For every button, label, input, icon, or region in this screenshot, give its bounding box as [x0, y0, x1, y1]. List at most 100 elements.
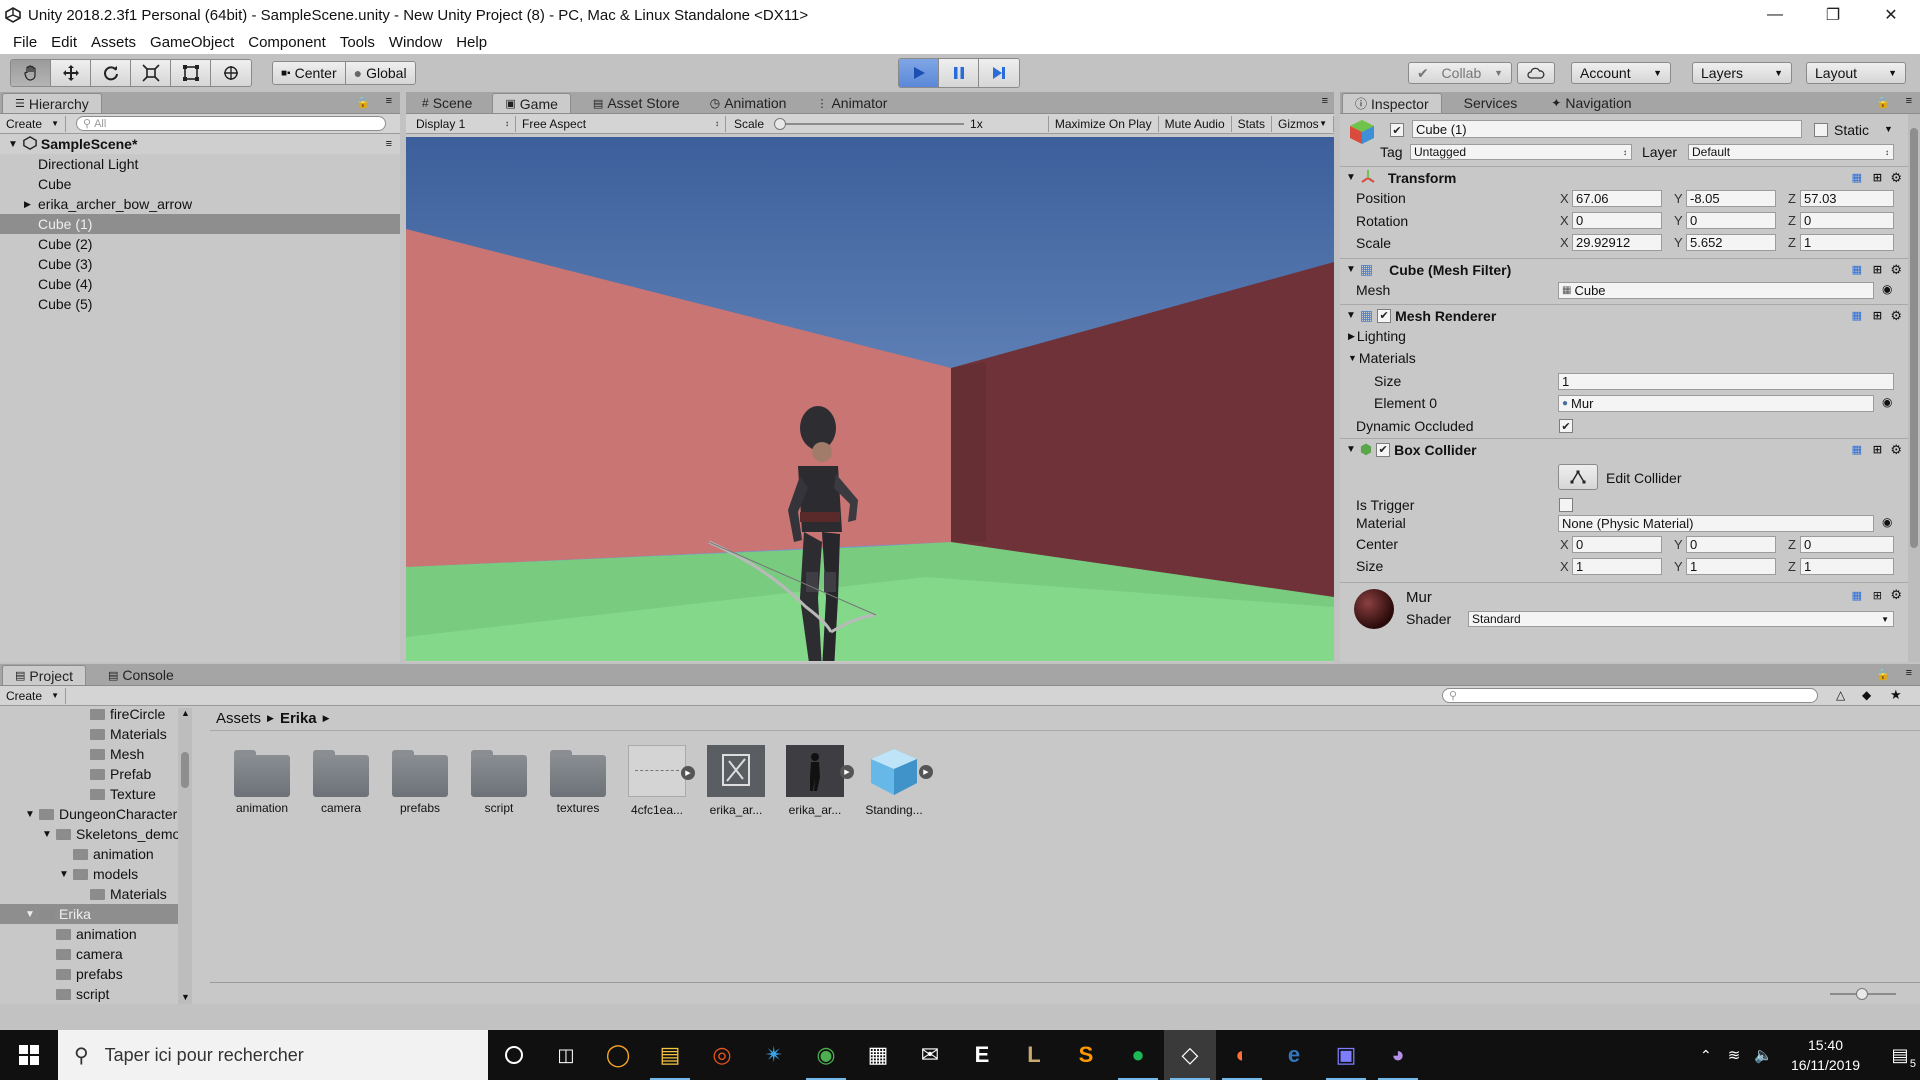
cortana-button[interactable] [488, 1030, 540, 1080]
gear-icon[interactable]: ⚙ [1890, 308, 1902, 324]
scroll-down-arrow-icon[interactable]: ▼ [181, 992, 190, 1002]
play-button[interactable] [899, 59, 939, 87]
lighting-foldout[interactable]: ▶ Lighting [1340, 326, 1908, 346]
asset-item-model-icon[interactable]: erika_ar... [704, 745, 768, 817]
lock-icon[interactable]: 🔒 [1876, 668, 1890, 681]
folder-tree-item[interactable]: Mesh [0, 744, 192, 764]
chevron-down-icon[interactable]: ▼ [1884, 124, 1893, 134]
tag-dropdown[interactable]: Untagged ↕ [1410, 144, 1632, 160]
scale-y-field[interactable]: 5.652 [1686, 234, 1776, 251]
scale-slider[interactable] [774, 117, 965, 131]
tree-scrollbar[interactable]: ▲ ▼ [178, 708, 192, 1004]
asset-item-folder[interactable]: script [467, 745, 531, 815]
dynamic-occluded-checkbox[interactable]: ✔ [1559, 419, 1573, 433]
folder-tree-item[interactable]: animation [0, 844, 192, 864]
position-y-field[interactable]: -8.05 [1686, 190, 1776, 207]
gear-icon[interactable]: ⚙ [1890, 587, 1902, 603]
tab-animation[interactable]: ◷ Animation [698, 93, 799, 113]
gizmos-dropdown[interactable]: Gizmos ▼ [1272, 115, 1334, 132]
expand-arrow-icon[interactable]: ▼ [42, 829, 56, 840]
menu-help[interactable]: Help [449, 34, 494, 51]
gear-icon[interactable]: ⚙ [1890, 442, 1902, 458]
element-0-field[interactable]: ● Mur [1558, 395, 1874, 412]
taskbar-app-spotify[interactable]: ● [1112, 1030, 1164, 1080]
asset-item-model-preview[interactable]: ▶ erika_ar... [783, 745, 854, 817]
expand-subassets-icon[interactable]: ▶ [681, 766, 695, 780]
hierarchy-item[interactable]: Cube (1) [0, 214, 400, 234]
favorite-star-icon[interactable]: ★ [1890, 687, 1902, 703]
taskbar-app-unity[interactable]: ◇ [1164, 1030, 1216, 1080]
minimize-button[interactable]: — [1746, 0, 1804, 30]
icon-size-slider[interactable] [1830, 988, 1896, 1000]
menu-edit[interactable]: Edit [44, 34, 84, 51]
panel-menu-icon[interactable]: ≡ [1322, 95, 1328, 107]
game-viewport[interactable] [406, 137, 1334, 661]
hierarchy-item[interactable]: ▶ erika_archer_bow_arrow [0, 194, 400, 214]
menu-component[interactable]: Component [241, 34, 333, 51]
menu-assets[interactable]: Assets [84, 34, 143, 51]
wifi-icon[interactable]: ≋ [1728, 1046, 1741, 1064]
expand-arrow-icon[interactable]: ▼ [25, 909, 39, 920]
collider-material-field[interactable]: None (Physic Material) [1558, 515, 1874, 532]
preset-icon[interactable]: ⊞ [1873, 443, 1882, 456]
filter-by-type-icon[interactable]: △ [1836, 688, 1845, 702]
box-collider-enabled-checkbox[interactable]: ✔ [1376, 442, 1391, 457]
cloud-button[interactable] [1517, 62, 1555, 84]
folder-tree-item[interactable]: ▼ DungeonCharacter [0, 804, 192, 824]
transform-tool-button[interactable] [211, 60, 251, 86]
size-y-field[interactable]: 1 [1686, 558, 1776, 575]
folder-tree-item[interactable]: camera [0, 944, 192, 964]
panel-menu-icon[interactable]: ≡ [386, 95, 392, 107]
size-x-field[interactable]: 1 [1572, 558, 1662, 575]
mesh-renderer-enabled-checkbox[interactable]: ✔ [1377, 308, 1392, 323]
folder-tree-item[interactable]: animation [0, 924, 192, 944]
is-trigger-checkbox[interactable] [1559, 498, 1573, 512]
step-button[interactable] [979, 59, 1019, 87]
position-x-field[interactable]: 67.06 [1572, 190, 1662, 207]
volume-icon[interactable]: 🔈 [1754, 1046, 1773, 1064]
object-picker-icon[interactable]: ◉ [1882, 395, 1892, 409]
expand-subassets-icon[interactable]: ▶ [919, 765, 933, 779]
help-book-icon[interactable]: ▦ [1852, 309, 1862, 322]
expand-subassets-icon[interactable]: ▶ [840, 765, 854, 779]
mesh-renderer-header[interactable]: ▼ ▦ ✔ Mesh Renderer ▦ ⊞ ⚙ [1340, 304, 1908, 326]
folder-tree-item[interactable]: fireCircle [0, 708, 192, 724]
taskbar-app-ubuntu[interactable]: ◎ [696, 1030, 748, 1080]
center-y-field[interactable]: 0 [1686, 536, 1776, 553]
scale-slider-thumb[interactable] [774, 117, 787, 130]
gear-icon[interactable]: ⚙ [1890, 262, 1902, 278]
help-book-icon[interactable]: ▦ [1852, 443, 1862, 456]
folder-tree-item[interactable]: prefabs [0, 964, 192, 984]
expand-arrow-icon[interactable]: ▼ [25, 809, 39, 820]
hierarchy-item[interactable]: Cube [0, 174, 400, 194]
rotation-z-field[interactable]: 0 [1800, 212, 1894, 229]
project-create-dropdown[interactable]: Create ▼ [0, 687, 66, 704]
tab-navigation[interactable]: ✦ Navigation [1539, 93, 1643, 113]
tab-animator[interactable]: ⋮ Animator [804, 93, 899, 113]
pause-button[interactable] [939, 59, 979, 87]
taskbar-app-store[interactable]: ▦ [852, 1030, 904, 1080]
preset-icon[interactable]: ⊞ [1873, 589, 1882, 602]
center-x-field[interactable]: 0 [1572, 536, 1662, 553]
hand-tool-button[interactable] [11, 60, 51, 86]
help-book-icon[interactable]: ▦ [1852, 589, 1862, 602]
scrollbar-thumb[interactable] [1910, 128, 1918, 548]
object-name-field[interactable]: Cube (1) [1412, 120, 1802, 138]
layer-dropdown[interactable]: Default ↕ [1688, 144, 1894, 160]
asset-item-folder[interactable]: animation [230, 745, 294, 815]
edit-collider-button[interactable] [1558, 464, 1598, 490]
folder-tree-item[interactable]: Materials [0, 884, 192, 904]
tab-scene[interactable]: # Scene [410, 93, 484, 113]
taskbar-app-overwatch[interactable]: ◯ [592, 1030, 644, 1080]
clock[interactable]: 15:40 16/11/2019 [1791, 1035, 1860, 1075]
preset-icon[interactable]: ⊞ [1873, 263, 1882, 276]
mute-audio-toggle[interactable]: Mute Audio [1159, 115, 1232, 132]
scene-menu-icon[interactable]: ≡ [386, 138, 392, 150]
mesh-field[interactable]: ▦ Cube [1558, 282, 1874, 299]
gear-icon[interactable]: ⚙ [1890, 170, 1902, 186]
preset-icon[interactable]: ⊞ [1873, 309, 1882, 322]
lock-icon[interactable]: 🔒 [356, 96, 370, 109]
collapsed-arrow-icon[interactable]: ▶ [24, 199, 31, 210]
start-button[interactable] [0, 1030, 58, 1080]
tab-console[interactable]: ▤ Console [96, 665, 186, 685]
